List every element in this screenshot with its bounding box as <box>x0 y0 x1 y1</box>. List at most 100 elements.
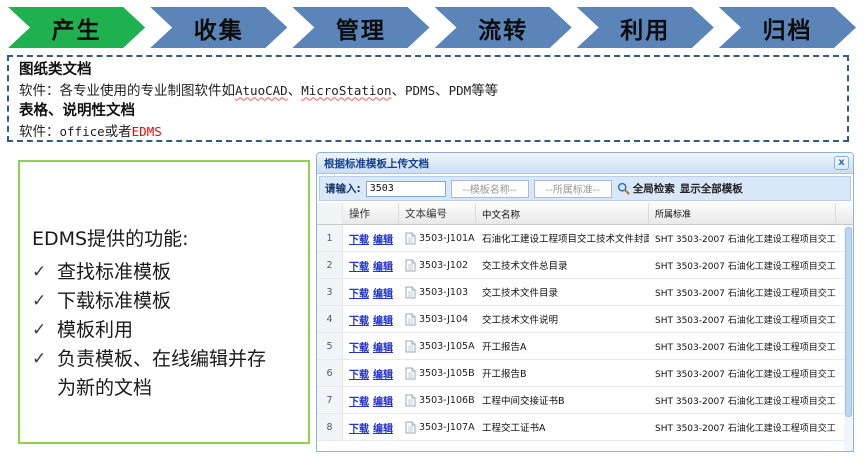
term-microstation: MicroStation <box>301 83 391 98</box>
close-icon[interactable]: x <box>834 156 849 170</box>
term-pdms: PDMS <box>405 83 435 98</box>
check-icon: ✓ <box>32 345 48 403</box>
table-row: 6 下载编辑 3503-J105B 开工报告B SHT 3503-2007 石油… <box>317 360 853 387</box>
download-link[interactable]: 下载 <box>349 420 369 435</box>
row-number: 3 <box>317 279 343 305</box>
download-link[interactable]: 下载 <box>349 285 369 300</box>
flow-stage-label: 利用 <box>620 11 670 45</box>
doc-standard: SHT 3503-2007 石油化工建设工程项目交工… <box>649 360 836 386</box>
term-office: office <box>60 124 105 139</box>
table-docs-title: 表格、说明性文档 <box>19 101 837 122</box>
drawing-docs-line: 软件：各专业使用的专业制图软件如AtuoCAD、MicroStation、PDM… <box>19 81 837 102</box>
check-icon: ✓ <box>32 316 48 345</box>
document-icon <box>405 232 416 245</box>
standard-select[interactable]: --所属标准-- <box>534 180 612 198</box>
edms-feature-box: EDMS提供的功能: ✓查找标准模板 ✓下载标准模板 ✓模板利用 ✓负责模板、在… <box>18 160 310 444</box>
edit-link[interactable]: 编辑 <box>373 312 393 327</box>
search-toolbar: 请输入: --模板名称-- --所属标准-- 全局检索 显示全部模板 <box>319 176 851 201</box>
vertical-scrollbar[interactable] <box>844 225 853 451</box>
edit-link[interactable]: 编辑 <box>373 366 393 381</box>
edit-link[interactable]: 编辑 <box>373 420 393 435</box>
doc-code: 3503-J101A <box>419 233 475 244</box>
table-header-row: 操作 文本编号 中文名称 所属标准 <box>317 203 853 225</box>
magnifier-icon <box>617 182 630 195</box>
doc-name: 交工技术文件说明 <box>476 306 649 332</box>
edms-feature-item: ✓查找标准模板 <box>32 258 298 287</box>
flow-stage-label: 管理 <box>336 11 386 45</box>
window-title: 根据标准模板上传文档 <box>324 156 429 171</box>
doc-name: 交工技术文件目录 <box>476 279 649 305</box>
document-icon <box>405 394 416 407</box>
edit-link[interactable]: 编辑 <box>373 339 393 354</box>
doc-standard: SHT 3503-2007 石油化工建设工程项目交工… <box>649 279 836 305</box>
download-link[interactable]: 下载 <box>349 393 369 408</box>
doc-code: 3503-J105B <box>419 368 475 379</box>
flow-stage-label: 流转 <box>478 11 528 45</box>
row-number: 2 <box>317 252 343 278</box>
document-icon <box>405 259 416 272</box>
term-pdm: PDM <box>449 83 472 98</box>
doc-standard: SHT 3503-2007 石油化工建设工程项目交工… <box>649 306 836 332</box>
check-icon: ✓ <box>32 287 48 316</box>
doc-name: 石油化工建设工程项目交工技术文件封面A <box>476 225 649 251</box>
flow-stage-archive: 归档 <box>719 7 856 48</box>
term-edms: EDMS <box>132 124 162 139</box>
table-docs-line: 软件：office或者EDMS <box>19 122 837 143</box>
download-link[interactable]: 下载 <box>349 231 369 246</box>
table-row: 8 下载编辑 3503-J107A 工程交工证书A SHT 3503-2007 … <box>317 414 853 441</box>
edit-link[interactable]: 编辑 <box>373 231 393 246</box>
check-icon: ✓ <box>32 258 48 287</box>
doc-code: 3503-J107A <box>419 422 475 433</box>
templates-table: 操作 文本编号 中文名称 所属标准 1 下载编辑 3503-J101A 石油化工… <box>317 203 853 441</box>
global-search-button[interactable]: 全局检索 <box>617 181 675 196</box>
scrollbar-thumb[interactable] <box>845 227 852 417</box>
term-autocad: AtuoCAD <box>235 83 288 98</box>
download-link[interactable]: 下载 <box>349 339 369 354</box>
search-input[interactable] <box>366 181 446 197</box>
header-doc-code: 文本编号 <box>399 203 476 224</box>
row-number: 4 <box>317 306 343 332</box>
edit-link[interactable]: 编辑 <box>373 285 393 300</box>
doc-code: 3503-J106B <box>419 395 475 406</box>
table-row: 7 下载编辑 3503-J106B 工程中间交接证书B SHT 3503-200… <box>317 387 853 414</box>
row-number: 5 <box>317 333 343 359</box>
show-all-templates-button[interactable]: 显示全部模板 <box>680 181 743 196</box>
download-link[interactable]: 下载 <box>349 366 369 381</box>
search-input-label: 请输入: <box>325 181 361 196</box>
edms-feature-item: ✓负责模板、在线编辑并存为新的文档 <box>32 345 298 403</box>
doc-standard: SHT 3503-2007 石油化工建设工程项目交工… <box>649 225 836 251</box>
doc-name: 工程交工证书A <box>476 414 649 440</box>
edit-link[interactable]: 编辑 <box>373 258 393 273</box>
flow-stage-label: 收集 <box>194 11 244 45</box>
doc-code: 3503-J103 <box>419 287 468 298</box>
upload-template-window: 根据标准模板上传文档 x 请输入: --模板名称-- --所属标准-- 全局检索… <box>316 152 854 452</box>
table-row: 3 下载编辑 3503-J103 交工技术文件目录 SHT 3503-2007 … <box>317 279 853 306</box>
flow-stage-produce: 产生 <box>8 7 145 48</box>
row-number: 7 <box>317 387 343 413</box>
flow-stage-flow: 流转 <box>435 7 572 48</box>
document-icon <box>405 340 416 353</box>
download-link[interactable]: 下载 <box>349 258 369 273</box>
table-row: 4 下载编辑 3503-J104 交工技术文件说明 SHT 3503-2007 … <box>317 306 853 333</box>
window-titlebar: 根据标准模板上传文档 x <box>317 153 853 174</box>
doc-standard: SHT 3503-2007 石油化工建设工程项目交工… <box>649 387 836 413</box>
slide: 产生 收集 管理 流转 利用 归档 图纸类文档 软件：各专业使用的专业制图软件如… <box>0 0 864 466</box>
doc-name: 开工报告A <box>476 333 649 359</box>
edms-feature-item: ✓模板利用 <box>32 316 298 345</box>
document-types-box: 图纸类文档 软件：各专业使用的专业制图软件如AtuoCAD、MicroStati… <box>7 55 849 142</box>
flow-stage-label: 归档 <box>762 11 812 45</box>
process-flow: 产生 收集 管理 流转 利用 归档 <box>8 7 856 48</box>
edit-link[interactable]: 编辑 <box>373 393 393 408</box>
header-rownum <box>317 203 343 224</box>
doc-standard: SHT 3503-2007 石油化工建设工程项目交工… <box>649 333 836 359</box>
template-name-select[interactable]: --模板名称-- <box>451 180 529 198</box>
header-operation: 操作 <box>343 203 399 224</box>
header-cn-name: 中文名称 <box>476 203 649 224</box>
doc-name: 开工报告B <box>476 360 649 386</box>
table-row: 1 下载编辑 3503-J101A 石油化工建设工程项目交工技术文件封面A SH… <box>317 225 853 252</box>
document-icon <box>405 286 416 299</box>
doc-standard: SHT 3503-2007 石油化工建设工程项目交工… <box>649 414 836 440</box>
document-icon <box>405 367 416 380</box>
download-link[interactable]: 下载 <box>349 312 369 327</box>
flow-stage-manage: 管理 <box>292 7 429 48</box>
